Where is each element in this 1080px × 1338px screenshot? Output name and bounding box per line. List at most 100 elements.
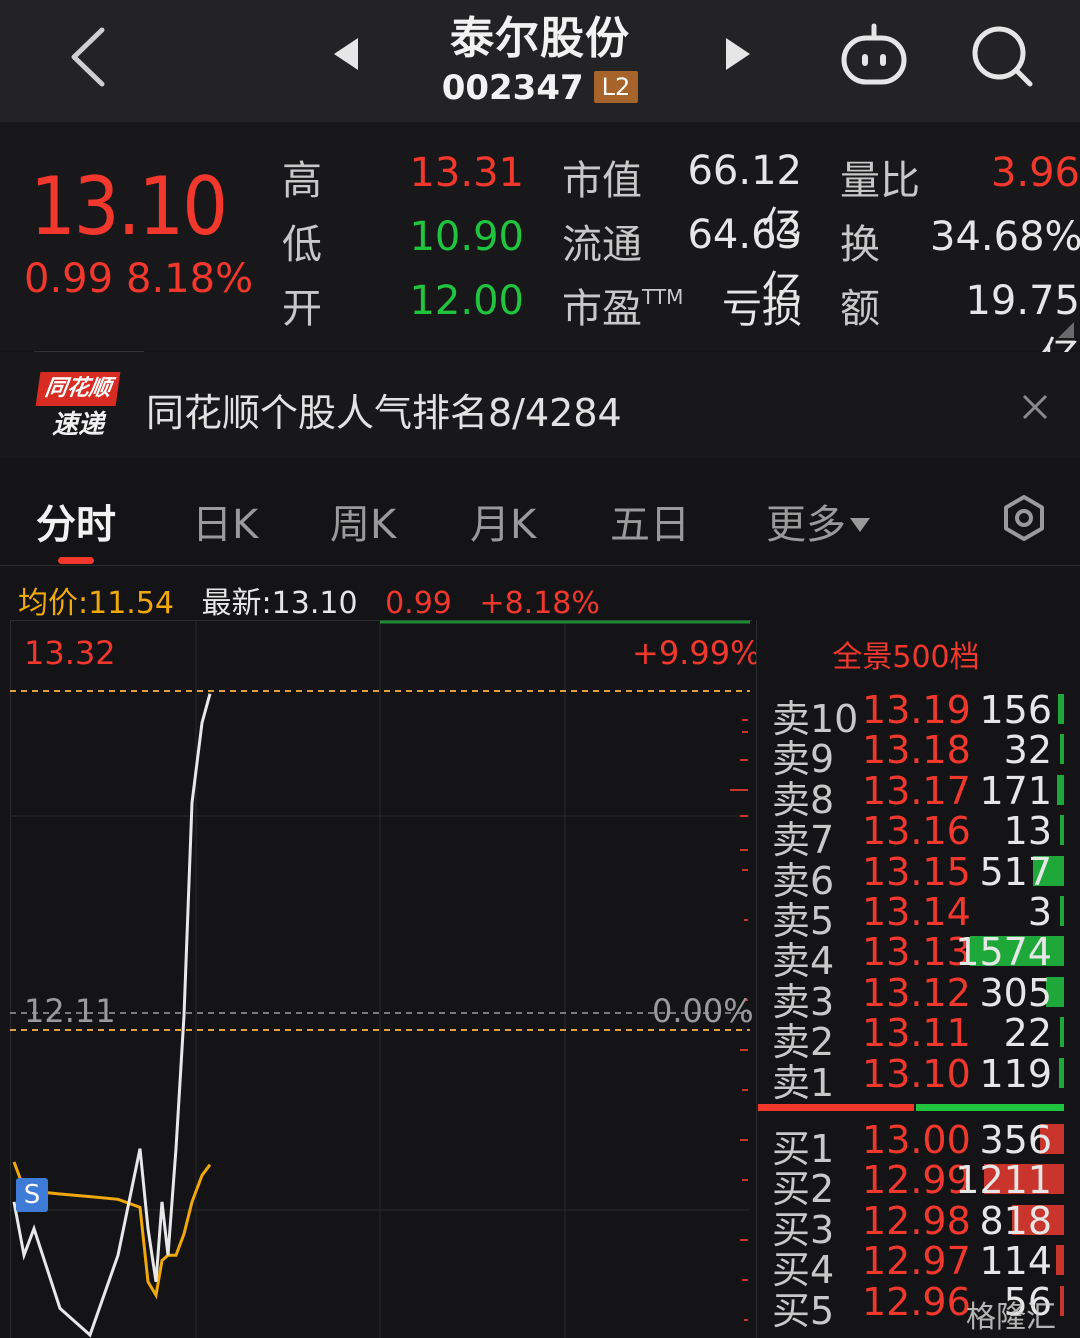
y-axis-top-price: 13.32 — [24, 634, 116, 672]
tab-five-day[interactable]: 五日 — [610, 492, 690, 550]
tab-monthly-k[interactable]: 月K — [470, 492, 536, 550]
ask-row[interactable]: 卖9 13.18 32 — [772, 728, 1072, 781]
bid-volume-bar — [1056, 1245, 1064, 1276]
next-stock-icon[interactable] — [720, 34, 754, 74]
bid-row[interactable]: 买1 13.00 356 — [772, 1118, 1072, 1171]
ask-price: 13.17 — [862, 768, 971, 813]
ask-price: 13.15 — [862, 849, 971, 894]
ask-price: 13.11 — [862, 1011, 971, 1056]
ths-logo-top: 同花顺 — [35, 372, 121, 406]
ask-vol: 13 — [1003, 809, 1052, 854]
tab-more[interactable]: 更多 — [766, 492, 870, 550]
bid-strength-bar — [758, 1104, 914, 1111]
ask-price: 13.19 — [862, 688, 971, 732]
ask-row[interactable]: 卖8 13.17 171 — [772, 769, 1072, 822]
ask-vol: 22 — [1003, 1011, 1052, 1056]
ask-price: 13.16 — [862, 809, 971, 854]
bid-price: 12.96 — [862, 1279, 971, 1324]
bid-row[interactable]: 买2 12.99 1211 — [772, 1158, 1072, 1211]
ask-vol: 32 — [1003, 728, 1052, 773]
ask-vol: 517 — [979, 849, 1052, 894]
high-label: 高 — [282, 158, 322, 204]
ask-price: 13.10 — [862, 1051, 971, 1096]
active-tab-indicator — [58, 557, 94, 564]
ask-vol: 1574 — [955, 930, 1052, 975]
tab-weekly-k[interactable]: 周K — [330, 492, 396, 550]
robot-assistant-icon[interactable] — [838, 22, 910, 88]
ask-volume-bar — [1060, 896, 1064, 926]
price-change: 0.99 — [24, 256, 114, 302]
ask-vol: 156 — [979, 688, 1052, 732]
float-cap-label: 流通 — [562, 222, 642, 268]
bid-row[interactable]: 买4 12.97 114 — [772, 1239, 1072, 1292]
level2-badge[interactable]: L2 — [593, 71, 639, 103]
ask-row[interactable]: 卖5 13.14 3 — [772, 890, 1072, 943]
bid-row[interactable]: 买3 12.98 818 — [772, 1199, 1072, 1252]
current-price: 13.10 — [30, 160, 228, 253]
low-value: 10.90 — [409, 214, 524, 260]
ask-strength-bar — [916, 1104, 1064, 1111]
ask-price: 13.12 — [862, 970, 971, 1015]
watermark: 格隆汇 — [966, 1300, 1056, 1335]
ask-row[interactable]: 卖2 13.11 22 — [772, 1011, 1072, 1064]
sell-signal-marker[interactable]: S — [16, 1178, 48, 1212]
low-label: 低 — [282, 222, 322, 268]
ask-volume-bar — [1058, 694, 1064, 724]
ask-row[interactable]: 卖10 13.19 156 — [772, 688, 1072, 741]
chart-info-row: 均价:11.54 最新:13.10 0.99 +8.18% — [18, 578, 618, 622]
ask-vol: 3 — [1027, 890, 1052, 934]
pe-label: 市盈TTM — [562, 276, 683, 334]
bid-vol: 1211 — [955, 1158, 1052, 1203]
bid-price: 12.97 — [862, 1239, 971, 1284]
ask-volume-bar — [1059, 1057, 1064, 1088]
turnover-label: 换 — [840, 222, 880, 268]
ask-price: 13.18 — [862, 728, 971, 773]
ask-volume-bar — [1060, 1017, 1064, 1048]
avg-price-label: 均价:11.54 — [18, 586, 174, 621]
ask-vol: 119 — [979, 1051, 1052, 1096]
divider — [34, 351, 144, 352]
stock-code: 002347 — [441, 68, 584, 108]
ask-row[interactable]: 卖7 13.16 13 — [772, 809, 1072, 862]
close-icon[interactable] — [1020, 392, 1050, 422]
notice-text[interactable]: 同花顺个股人气排名8/4284 — [146, 382, 622, 437]
bid-vol: 114 — [979, 1239, 1052, 1284]
stock-name: 泰尔股份 — [450, 13, 630, 64]
open-value: 12.00 — [409, 278, 524, 324]
ask-vol: 305 — [979, 970, 1052, 1015]
ask-volume-bar — [1060, 734, 1064, 765]
latest-price-label: 最新:13.10 — [201, 586, 358, 621]
pe-ttm-sup: TTM — [642, 285, 684, 309]
order-book-title[interactable]: 全景500档 — [756, 632, 1056, 676]
intraday-chart-svg — [10, 620, 750, 1338]
expand-corner-icon[interactable] — [1058, 322, 1074, 338]
grid-lines — [10, 620, 750, 1338]
y-axis-mid-pct: 0.00% — [652, 992, 754, 1030]
chevron-down-icon — [850, 518, 870, 532]
turnover-value: 34.68% — [930, 214, 1080, 260]
chart-tabs — [0, 470, 1080, 566]
y-axis-mid-price: 12.11 — [24, 992, 116, 1030]
bid-label: 买5 — [772, 1288, 835, 1333]
ask-label: 卖1 — [772, 1060, 835, 1105]
bid-price: 13.00 — [862, 1118, 971, 1162]
settings-icon[interactable] — [1000, 494, 1048, 542]
ask-row[interactable]: 卖3 13.12 305 — [772, 971, 1072, 1024]
y-axis-top-pct: +9.99% — [632, 634, 761, 672]
ask-row[interactable]: 卖6 13.15 517 — [772, 850, 1072, 903]
ask-row[interactable]: 卖4 13.13 1574 — [772, 930, 1072, 983]
tab-intraday[interactable]: 分时 — [36, 492, 116, 550]
amount-label: 额 — [840, 286, 880, 332]
ask-volume-bar — [1060, 815, 1064, 846]
price-change-pct: 8.18% — [126, 256, 254, 302]
high-value: 13.31 — [409, 150, 524, 196]
ask-vol: 171 — [979, 768, 1052, 813]
tab-daily-k[interactable]: 日K — [192, 492, 258, 550]
ask-row[interactable]: 卖1 13.10 119 — [772, 1052, 1072, 1105]
volume-ratio-value: 3.96 — [990, 150, 1080, 196]
info-change: 0.99 — [385, 586, 452, 621]
search-icon[interactable] — [968, 22, 1036, 90]
ask-volume-bar — [1057, 774, 1064, 805]
tab-more-label: 更多 — [766, 502, 846, 548]
info-change-pct: +8.18% — [479, 586, 600, 621]
